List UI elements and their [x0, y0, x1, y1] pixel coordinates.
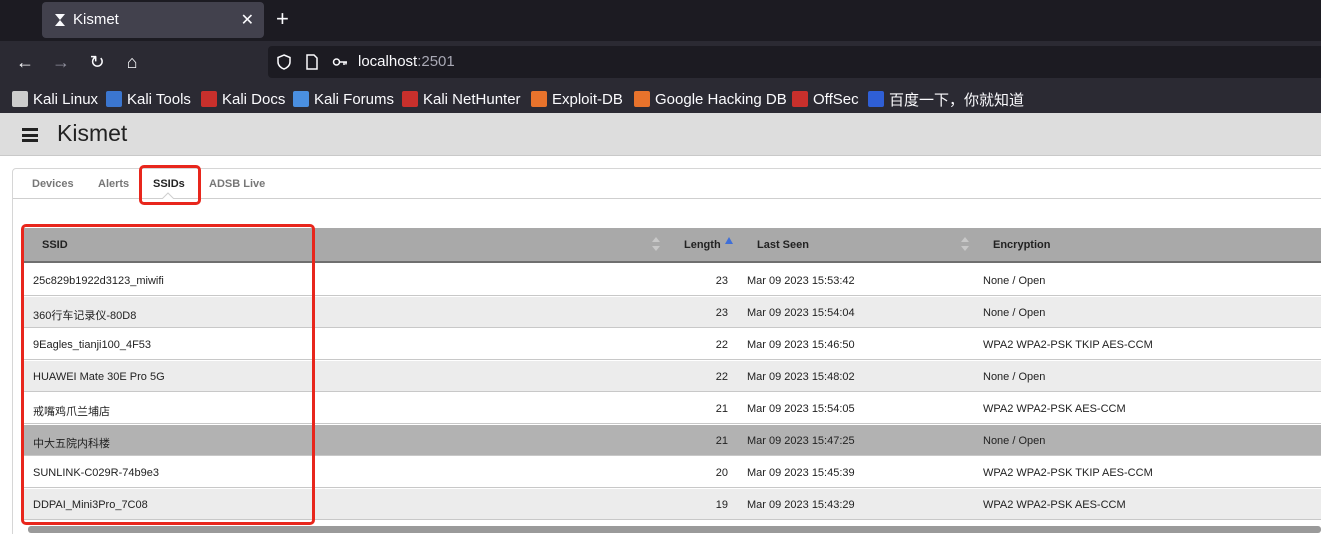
back-icon[interactable]: ← — [15, 52, 35, 72]
forward-icon[interactable]: → — [51, 52, 71, 72]
kali-docs-icon — [201, 91, 217, 107]
tab-adsb-live[interactable]: ADSB Live — [209, 178, 265, 190]
cell-length: 22 — [715, 371, 728, 383]
cell-encryption: WPA2 WPA2-PSK TKIP AES-CCM — [983, 339, 1153, 351]
bookmark-kali-tools[interactable]: Kali Tools — [106, 89, 191, 109]
kismet-favicon-icon — [55, 14, 65, 26]
cell-last-seen: Mar 09 2023 15:46:50 — [747, 339, 855, 351]
cell-length: 21 — [715, 403, 728, 415]
tab-devices[interactable]: Devices — [32, 178, 74, 190]
url-text: localhost:2501 — [358, 53, 455, 70]
column-header-length[interactable]: Length — [684, 239, 721, 251]
cell-length: 23 — [715, 307, 728, 319]
kali-dragon-icon — [12, 91, 28, 107]
cell-encryption: None / Open — [983, 275, 1046, 287]
tab-title: Kismet — [73, 11, 119, 28]
hamburger-menu-icon[interactable] — [22, 128, 38, 142]
column-header-encryption[interactable]: Encryption — [993, 239, 1050, 251]
new-tab-button[interactable]: + — [276, 8, 289, 30]
reload-icon[interactable]: ↻ — [87, 52, 107, 72]
cell-encryption: None / Open — [983, 371, 1046, 383]
ssid-column-highlight — [21, 224, 315, 525]
cell-encryption: WPA2 WPA2-PSK TKIP AES-CCM — [983, 467, 1153, 479]
google-hacking-db-icon — [634, 91, 650, 107]
bookmark-kali-linux[interactable]: Kali Linux — [12, 89, 98, 109]
kali-nethunter-icon — [402, 91, 418, 107]
horizontal-scrollbar[interactable] — [28, 526, 1321, 533]
cell-last-seen: Mar 09 2023 15:45:39 — [747, 467, 855, 479]
column-header-last-seen[interactable]: Last Seen — [757, 239, 809, 251]
cell-last-seen: Mar 09 2023 15:54:04 — [747, 307, 855, 319]
cell-last-seen: Mar 09 2023 15:43:29 — [747, 499, 855, 511]
baidu-paw-icon — [868, 91, 884, 107]
close-tab-icon[interactable]: ✕ — [241, 10, 254, 30]
app-title: Kismet — [57, 120, 128, 146]
kali-forums-icon — [293, 91, 309, 107]
cell-last-seen: Mar 09 2023 15:53:42 — [747, 275, 855, 287]
bookmark-baidu[interactable]: 百度一下，你就知道 — [868, 89, 1024, 109]
cell-last-seen: Mar 09 2023 15:48:02 — [747, 371, 855, 383]
bookmark-exploit-db[interactable]: Exploit-DB — [531, 89, 623, 109]
bookmark-offsec[interactable]: OffSec — [792, 89, 859, 109]
offsec-icon — [792, 91, 808, 107]
ssids-tab-highlight — [139, 165, 201, 205]
bookmark-kali-nethunter[interactable]: Kali NetHunter — [402, 89, 521, 109]
cell-last-seen: Mar 09 2023 15:54:05 — [747, 403, 855, 415]
cell-length: 23 — [715, 275, 728, 287]
bookmark-kali-forums[interactable]: Kali Forums — [293, 89, 394, 109]
cell-length: 22 — [715, 339, 728, 351]
bookmark-google-hacking-db[interactable]: Google Hacking DB — [634, 89, 787, 109]
kali-tools-icon — [106, 91, 122, 107]
browser-nav-bar: ← → ↻ ⌂ localhost:2501 — [0, 41, 1321, 84]
sort-ascending-icon[interactable] — [725, 237, 733, 245]
exploit-db-icon — [531, 91, 547, 107]
url-bar[interactable]: localhost:2501 — [268, 46, 1321, 78]
key-icon[interactable] — [332, 54, 348, 70]
sort-icon[interactable] — [652, 237, 660, 251]
cell-length: 20 — [715, 467, 728, 479]
bookmark-kali-docs[interactable]: Kali Docs — [201, 89, 285, 109]
kismet-header: Kismet — [0, 113, 1321, 156]
home-icon[interactable]: ⌂ — [122, 52, 142, 72]
browser-tab-kismet[interactable]: Kismet ✕ — [42, 2, 264, 38]
tab-alerts[interactable]: Alerts — [98, 178, 129, 190]
cell-encryption: WPA2 WPA2-PSK AES-CCM — [983, 499, 1126, 511]
shield-icon[interactable] — [276, 54, 292, 70]
browser-tab-bar: Kismet ✕ + — [0, 0, 1321, 41]
cell-encryption: None / Open — [983, 307, 1046, 319]
cell-encryption: None / Open — [983, 435, 1046, 447]
cell-length: 21 — [715, 435, 728, 447]
cell-last-seen: Mar 09 2023 15:47:25 — [747, 435, 855, 447]
page-icon — [306, 54, 318, 70]
tab-strip: Devices Alerts SSIDs ADSB Live — [13, 165, 1321, 205]
cell-encryption: WPA2 WPA2-PSK AES-CCM — [983, 403, 1126, 415]
sort-icon[interactable] — [961, 237, 969, 251]
cell-length: 19 — [715, 499, 728, 511]
bookmarks-toolbar: Kali Linux Kali Tools Kali Docs Kali For… — [0, 84, 1321, 113]
